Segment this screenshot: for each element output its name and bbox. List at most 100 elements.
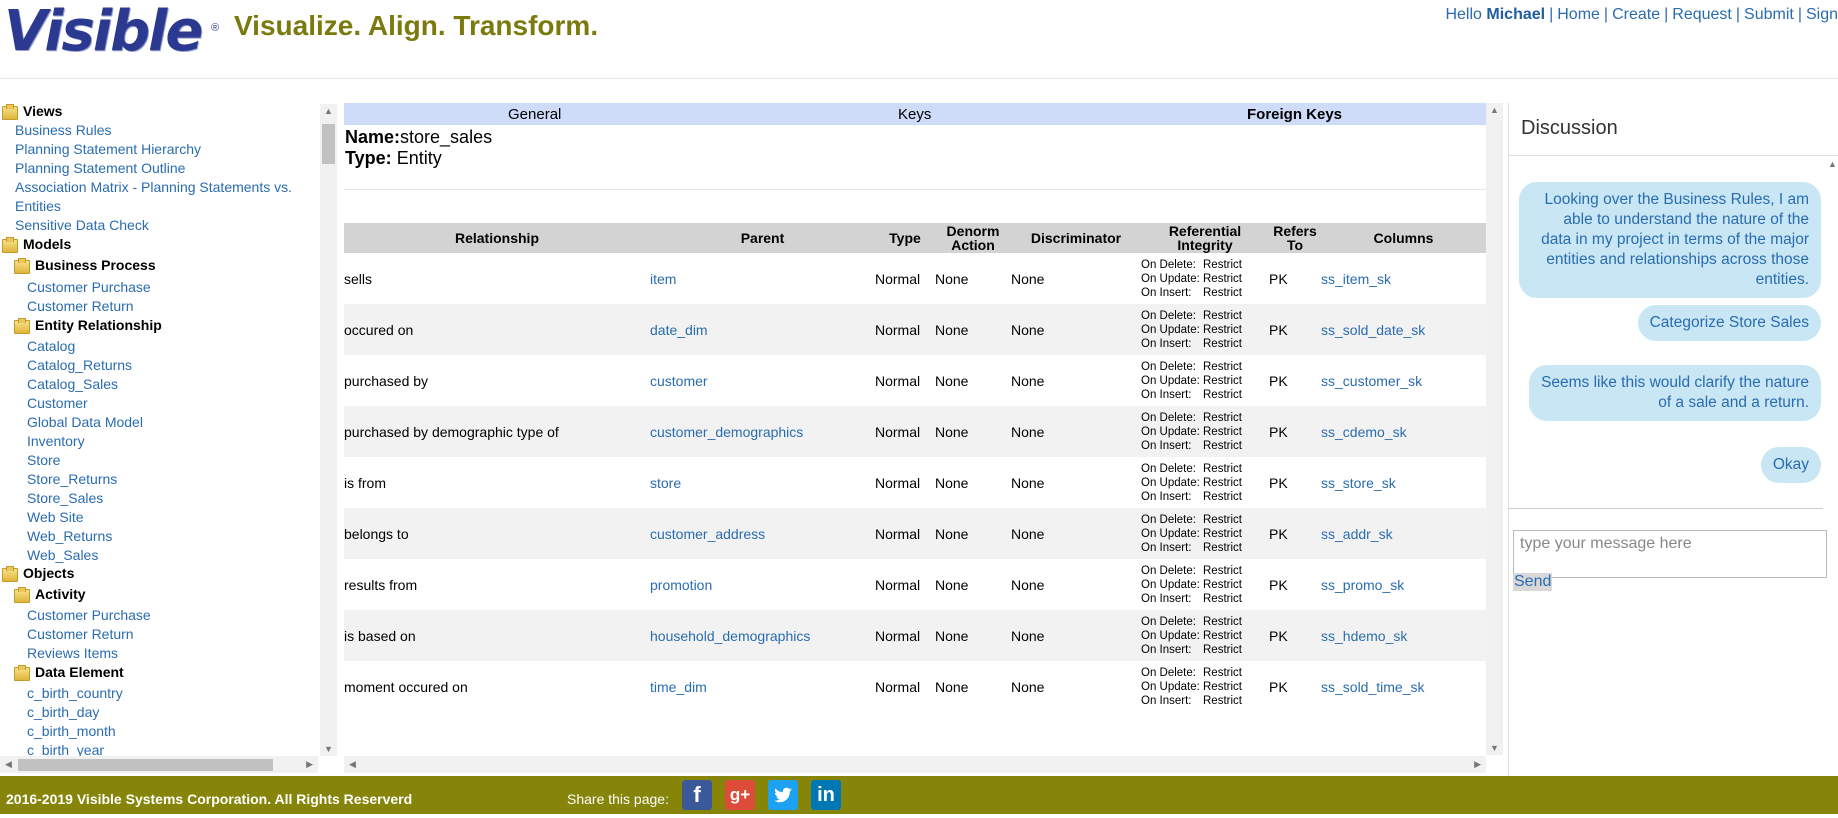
tree-item-c-birth-month[interactable]: c_birth_month [27, 723, 116, 739]
tree-folder-entity-relationship[interactable]: Entity Relationship [14, 317, 162, 334]
tree-item-planning-statement-outline[interactable]: Planning Statement Outline [15, 160, 185, 176]
columns-link[interactable]: ss_sold_date_sk [1321, 304, 1486, 355]
detail-horizontal-scrollbar[interactable]: ◀ ▶ [344, 756, 1486, 773]
columns-link[interactable]: ss_hdemo_sk [1321, 610, 1486, 661]
tree-horizontal-scrollbar[interactable]: ◀ ▶ [0, 756, 318, 773]
tree-item-catalog-returns[interactable]: Catalog_Returns [27, 357, 132, 373]
table-row[interactable]: belongs to customer_address Normal None None… [344, 508, 1486, 559]
tree-item-sensitive-data-check[interactable]: Sensitive Data Check [15, 217, 149, 233]
parent-link-text[interactable]: customer_demographics [650, 424, 803, 440]
scroll-left-icon[interactable]: ◀ [349, 759, 356, 770]
tree-folder-models[interactable]: Models [2, 236, 71, 253]
scroll-down-icon[interactable]: ▼ [1490, 743, 1499, 753]
scroll-up-icon[interactable]: ▲ [1828, 159, 1837, 169]
tree-item-store-returns[interactable]: Store_Returns [27, 471, 117, 487]
tree-item-web-site[interactable]: Web Site [27, 509, 84, 525]
columns-link[interactable]: ss_addr_sk [1321, 508, 1486, 559]
parent-link[interactable]: store [650, 457, 875, 508]
parent-link-text[interactable]: time_dim [650, 679, 707, 695]
col-header-denorm-action[interactable]: Denorm Action [935, 223, 1011, 253]
tab-general[interactable]: General [508, 106, 561, 123]
parent-link-text[interactable]: store [650, 475, 681, 491]
column-link-text[interactable]: ss_store_sk [1321, 475, 1396, 491]
tab-keys[interactable]: Keys [898, 106, 931, 123]
tree-folder-data-element[interactable]: Data Element [14, 664, 124, 681]
parent-link-text[interactable]: promotion [650, 577, 712, 593]
table-row[interactable]: purchased by customer Normal None None On Del… [344, 355, 1486, 406]
table-row[interactable]: sells item Normal None None On Delete: Restric… [344, 253, 1486, 304]
tree-item-inventory[interactable]: Inventory [27, 433, 85, 449]
tree-item-business-rules[interactable]: Business Rules [15, 122, 112, 138]
tree-item-customer-purchase[interactable]: Customer Purchase [27, 279, 151, 295]
column-link-text[interactable]: ss_sold_date_sk [1321, 322, 1425, 338]
tree-item-web-sales[interactable]: Web_Sales [27, 547, 98, 563]
parent-link[interactable]: time_dim [650, 661, 875, 712]
tree-vertical-scrollbar[interactable]: ▲ ▼ [320, 104, 337, 756]
table-row[interactable]: moment occured on time_dim Normal None None O… [344, 661, 1486, 712]
tree-item-c-birth-day[interactable]: c_birth_day [27, 704, 99, 720]
scroll-right-icon[interactable]: ▶ [306, 759, 313, 770]
tree-item-c-birth-country[interactable]: c_birth_country [27, 685, 123, 701]
parent-link-text[interactable]: date_dim [650, 322, 708, 338]
scrollbar-thumb[interactable] [322, 124, 335, 164]
scroll-right-icon[interactable]: ▶ [1474, 759, 1481, 770]
parent-link[interactable]: household_demographics [650, 610, 875, 661]
tab-foreign-keys[interactable]: Foreign Keys [1247, 106, 1342, 123]
scroll-up-icon[interactable]: ▲ [324, 106, 333, 116]
column-link-text[interactable]: ss_sold_time_sk [1321, 679, 1425, 695]
tree-item-store[interactable]: Store [27, 452, 60, 468]
table-row[interactable]: results from promotion Normal None None On De… [344, 559, 1486, 610]
tree-item-activity-customer-purchase[interactable]: Customer Purchase [27, 607, 151, 623]
columns-link[interactable]: ss_promo_sk [1321, 559, 1486, 610]
linkedin-icon[interactable]: in [811, 780, 841, 810]
nav-request-link[interactable]: Request [1672, 6, 1732, 23]
tree-item-catalog[interactable]: Catalog [27, 338, 75, 354]
tree-item-association-matrix-cont[interactable]: Entities [15, 198, 61, 214]
columns-link[interactable]: ss_item_sk [1321, 253, 1486, 304]
nav-submit-link[interactable]: Submit [1744, 6, 1794, 23]
detail-vertical-scrollbar[interactable]: ▲ ▼ [1486, 103, 1503, 755]
tree-item-global-data-model[interactable]: Global Data Model [27, 414, 143, 430]
nav-create-link[interactable]: Create [1612, 6, 1660, 23]
parent-link[interactable]: customer_demographics [650, 406, 875, 457]
scroll-up-icon[interactable]: ▲ [1490, 105, 1499, 115]
nav-home-link[interactable]: Home [1557, 6, 1600, 23]
column-link-text[interactable]: ss_customer_sk [1321, 373, 1422, 389]
tree-folder-views[interactable]: Views [2, 103, 62, 120]
scroll-down-icon[interactable]: ▼ [324, 744, 333, 754]
table-row[interactable]: is based on household_demographics Normal N… [344, 610, 1486, 661]
column-link-text[interactable]: ss_item_sk [1321, 271, 1391, 287]
parent-link-text[interactable]: household_demographics [650, 628, 810, 644]
tree-item-planning-statement-hierarchy[interactable]: Planning Statement Hierarchy [15, 141, 201, 157]
column-link-text[interactable]: ss_cdemo_sk [1321, 424, 1407, 440]
google-plus-icon[interactable]: g+ [725, 780, 755, 810]
table-row[interactable]: occured on date_dim Normal None None On Delet… [344, 304, 1486, 355]
columns-link[interactable]: ss_sold_time_sk [1321, 661, 1486, 712]
tree-item-activity-customer-return[interactable]: Customer Return [27, 626, 134, 642]
table-row[interactable]: purchased by demographic type of customer… [344, 406, 1486, 457]
visible-logo[interactable]: Visible [4, 2, 203, 62]
tree-item-customer[interactable]: Customer [27, 395, 88, 411]
tree-item-store-sales[interactable]: Store_Sales [27, 490, 103, 506]
columns-link[interactable]: ss_cdemo_sk [1321, 406, 1486, 457]
parent-link[interactable]: customer_address [650, 508, 875, 559]
column-link-text[interactable]: ss_hdemo_sk [1321, 628, 1407, 644]
parent-link[interactable]: date_dim [650, 304, 875, 355]
col-header-discriminator[interactable]: Discriminator [1011, 223, 1141, 253]
col-header-columns[interactable]: Columns [1321, 223, 1486, 253]
facebook-icon[interactable]: f [682, 780, 712, 810]
scroll-left-icon[interactable]: ◀ [5, 759, 12, 770]
parent-link-text[interactable]: item [650, 271, 676, 287]
parent-link-text[interactable]: customer [650, 373, 708, 389]
col-header-referential-integrity[interactable]: Referential Integrity [1141, 223, 1269, 253]
nav-sign-link[interactable]: Sign [1806, 6, 1838, 23]
tree-folder-objects[interactable]: Objects [2, 565, 74, 582]
parent-link[interactable]: item [650, 253, 875, 304]
tree-folder-activity[interactable]: Activity [14, 586, 86, 603]
column-link-text[interactable]: ss_promo_sk [1321, 577, 1404, 593]
message-input[interactable] [1513, 530, 1827, 578]
parent-link[interactable]: promotion [650, 559, 875, 610]
send-button[interactable]: Send [1513, 573, 1553, 591]
columns-link[interactable]: ss_customer_sk [1321, 355, 1486, 406]
tree-item-association-matrix[interactable]: Association Matrix - Planning Statements… [15, 179, 292, 195]
